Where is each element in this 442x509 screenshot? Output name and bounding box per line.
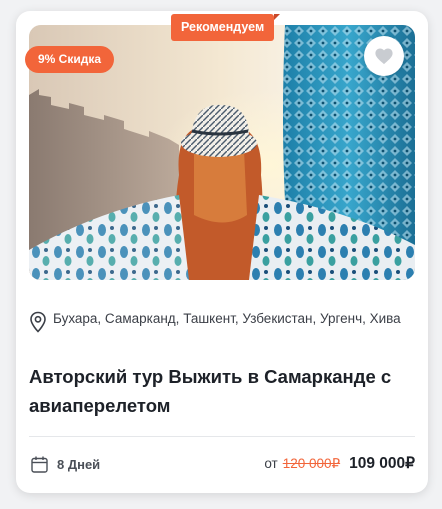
tour-title[interactable]: Авторский тур Выжить в Самарканде с авиа… (29, 362, 417, 420)
old-price: 120 000₽ (282, 456, 341, 471)
current-price: 109 000₽ (349, 455, 415, 472)
favorite-button[interactable] (364, 36, 404, 76)
recommended-badge-label: Рекомендуем (181, 20, 265, 34)
tour-footer: 8 Дней от 120 000₽ 109 000₽ (29, 450, 415, 480)
heart-icon (375, 48, 393, 65)
calendar-icon (31, 456, 48, 473)
tour-locations-text: Бухара, Самарканд, Ташкент, Узбекистан, … (53, 311, 401, 326)
location-pin-icon (30, 311, 46, 333)
tour-duration: 8 Дней (57, 457, 101, 472)
price-from-label: от (264, 456, 278, 471)
tour-card[interactable]: Рекомендуем 9% Скидка Бухара, Самарканд,… (16, 11, 428, 493)
discount-badge: 9% Скидка (25, 46, 115, 73)
tour-locations: Бухара, Самарканд, Ташкент, Узбекистан, … (29, 308, 409, 333)
discount-badge-label: 9% Скидка (38, 52, 102, 66)
recommended-badge: Рекомендуем (171, 14, 281, 41)
price: от 120 000₽ 109 000₽ (264, 454, 415, 473)
divider (29, 436, 415, 437)
